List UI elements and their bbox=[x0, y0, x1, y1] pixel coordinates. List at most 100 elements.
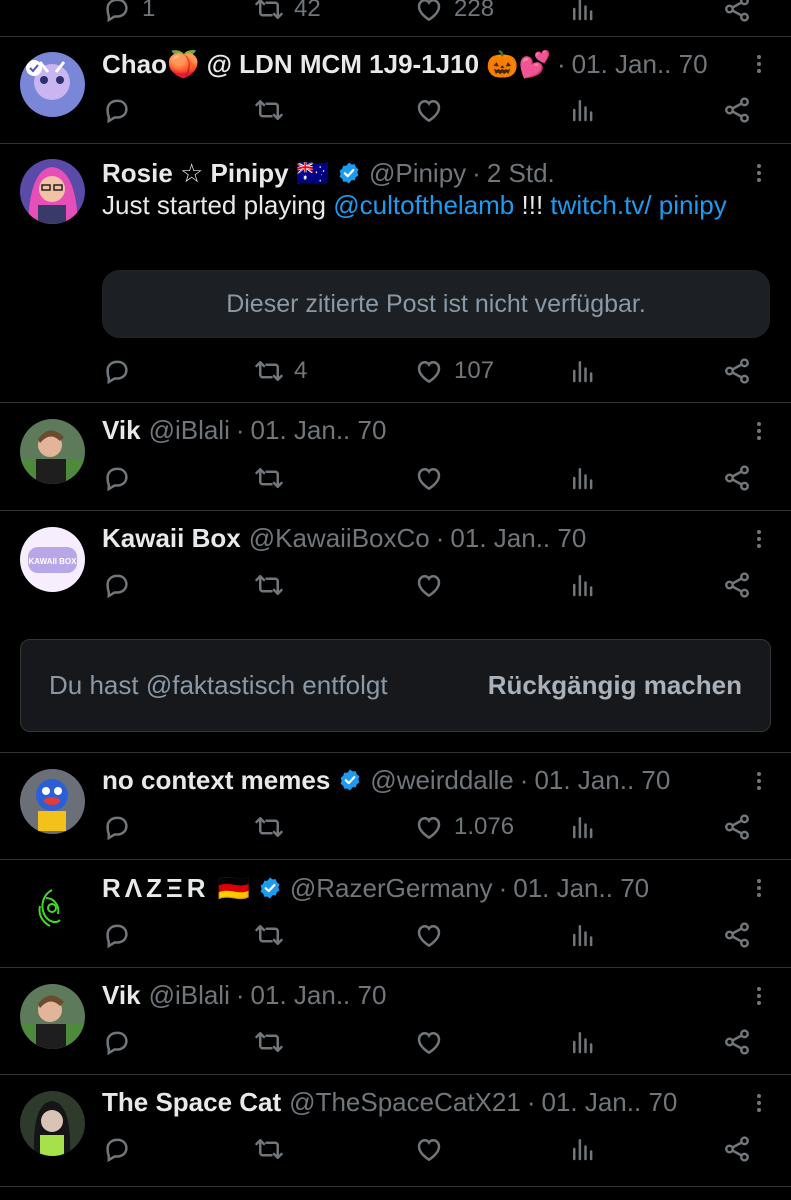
like-button[interactable]: 107 bbox=[414, 356, 494, 386]
author-name[interactable]: no context memes bbox=[102, 765, 330, 796]
views-button[interactable] bbox=[568, 570, 598, 600]
like-button[interactable] bbox=[414, 1134, 444, 1164]
author-name[interactable]: Vik bbox=[102, 415, 141, 446]
retweet-button[interactable] bbox=[254, 812, 284, 842]
like-button[interactable] bbox=[414, 920, 444, 950]
url-link[interactable]: twitch.tv/ pinipy bbox=[550, 190, 726, 220]
views-button[interactable] bbox=[568, 920, 598, 950]
avatar[interactable] bbox=[20, 159, 85, 224]
verified-badge-icon[interactable] bbox=[338, 768, 362, 792]
author-handle[interactable]: @Pinipy bbox=[369, 158, 466, 189]
views-button[interactable] bbox=[568, 1134, 598, 1164]
avatar[interactable] bbox=[20, 769, 85, 834]
avatar[interactable] bbox=[20, 52, 85, 117]
views-button[interactable] bbox=[568, 463, 598, 493]
post-time[interactable]: 01. Jan.. 70 bbox=[513, 873, 649, 904]
post-time[interactable]: 01. Jan.. 70 bbox=[534, 765, 670, 796]
more-icon[interactable] bbox=[753, 876, 765, 902]
post[interactable]: RΛZΞR 🇩🇪 @RazerGermany · 01. Jan.. 70 bbox=[0, 860, 791, 968]
post-time[interactable]: 01. Jan.. 70 bbox=[251, 980, 387, 1011]
author-handle[interactable]: @weirddalle bbox=[370, 765, 513, 796]
views-button[interactable] bbox=[568, 812, 598, 842]
verified-badge-icon[interactable] bbox=[337, 161, 361, 185]
author-name[interactable]: Chao🍑 @ LDN MCM 1J9-1J10 🎃💕 bbox=[102, 49, 551, 80]
share-button[interactable] bbox=[722, 0, 752, 24]
post[interactable]: Chao🍑 @ LDN MCM 1J9-1J10 🎃💕 · 01. Jan.. … bbox=[0, 37, 791, 144]
views-button[interactable] bbox=[568, 95, 598, 125]
author-name[interactable]: Vik bbox=[102, 980, 141, 1011]
share-button[interactable] bbox=[722, 812, 752, 842]
more-icon[interactable] bbox=[753, 52, 765, 78]
verified-badge-icon[interactable] bbox=[258, 876, 282, 900]
avatar[interactable] bbox=[20, 984, 85, 1049]
reply-button[interactable] bbox=[102, 1134, 132, 1164]
author-handle[interactable]: @iBlali bbox=[149, 415, 230, 446]
reply-button[interactable] bbox=[102, 95, 132, 125]
post-time[interactable]: 2 Std. bbox=[487, 158, 555, 189]
like-button[interactable]: 228 bbox=[414, 0, 494, 24]
mention-link[interactable]: @cultofthelamb bbox=[333, 190, 514, 220]
views-button[interactable] bbox=[568, 1027, 598, 1057]
retweet-button[interactable]: 4 bbox=[254, 356, 307, 386]
author-handle[interactable]: @iBlali bbox=[149, 980, 230, 1011]
share-button[interactable] bbox=[722, 1027, 752, 1057]
post-time[interactable]: 01. Jan.. 70 bbox=[541, 1087, 677, 1118]
reply-button[interactable] bbox=[102, 1027, 132, 1057]
retweet-button[interactable] bbox=[254, 570, 284, 600]
like-button[interactable] bbox=[414, 1027, 444, 1057]
more-icon[interactable] bbox=[753, 161, 765, 187]
author-name[interactable]: Kawaii Box bbox=[102, 523, 241, 554]
reply-button[interactable] bbox=[102, 570, 132, 600]
like-button[interactable] bbox=[414, 463, 444, 493]
unavailable-quote-card[interactable]: Dieser zitierte Post ist nicht verfügbar… bbox=[102, 270, 770, 338]
share-button[interactable] bbox=[722, 920, 752, 950]
share-button[interactable] bbox=[722, 356, 752, 386]
author-handle[interactable]: @TheSpaceCatX21 bbox=[289, 1087, 521, 1118]
share-button[interactable] bbox=[722, 95, 752, 125]
post-time[interactable]: 01. Jan.. 70 bbox=[450, 523, 586, 554]
share-button[interactable] bbox=[722, 570, 752, 600]
avatar[interactable] bbox=[20, 1091, 85, 1156]
reply-button[interactable] bbox=[102, 356, 132, 386]
avatar[interactable] bbox=[20, 876, 85, 941]
post-time[interactable]: 01. Jan.. 70 bbox=[572, 49, 708, 80]
avatar[interactable]: KAWAII BOX bbox=[20, 527, 85, 592]
retweet-button[interactable] bbox=[254, 463, 284, 493]
post[interactable]: Vik @iBlali · 01. Jan.. 70 bbox=[0, 968, 791, 1075]
reply-button[interactable] bbox=[102, 812, 132, 842]
more-icon[interactable] bbox=[753, 419, 765, 445]
avatar[interactable] bbox=[20, 419, 85, 484]
author-name[interactable]: RΛZΞR bbox=[102, 873, 210, 904]
reply-button[interactable]: 1 bbox=[102, 0, 155, 24]
retweet-button[interactable] bbox=[254, 920, 284, 950]
like-button[interactable] bbox=[414, 570, 444, 600]
retweet-button[interactable] bbox=[254, 1134, 284, 1164]
share-button[interactable] bbox=[722, 1134, 752, 1164]
post[interactable]: no context memes @weirddalle · 01. Jan..… bbox=[0, 753, 791, 860]
more-icon[interactable] bbox=[753, 527, 765, 553]
views-button[interactable] bbox=[568, 356, 598, 386]
reply-button[interactable] bbox=[102, 463, 132, 493]
like-button[interactable]: 1.076 bbox=[414, 812, 514, 842]
post-time[interactable]: 01. Jan.. 70 bbox=[251, 415, 387, 446]
author-name[interactable]: Rosie ☆ Pinipy bbox=[102, 158, 289, 189]
more-icon[interactable] bbox=[753, 769, 765, 795]
more-icon[interactable] bbox=[753, 1091, 765, 1117]
author-handle[interactable]: @RazerGermany bbox=[290, 873, 493, 904]
post[interactable]: The Space Cat @TheSpaceCatX21 · 01. Jan.… bbox=[0, 1075, 791, 1187]
post-actions bbox=[102, 463, 762, 493]
post[interactable]: Vik @iBlali · 01. Jan.. 70 bbox=[0, 403, 791, 511]
undo-button[interactable]: Rückgängig machen bbox=[488, 670, 742, 701]
like-button[interactable] bbox=[414, 95, 444, 125]
share-button[interactable] bbox=[722, 463, 752, 493]
retweet-button[interactable] bbox=[254, 95, 284, 125]
post[interactable]: Rosie ☆ Pinipy 🇦🇺 @Pinipy · 2 Std. Just … bbox=[0, 144, 791, 403]
author-handle[interactable]: @KawaiiBoxCo bbox=[249, 523, 430, 554]
retweet-button[interactable] bbox=[254, 1027, 284, 1057]
more-icon[interactable] bbox=[753, 984, 765, 1010]
retweet-button[interactable]: 42 bbox=[254, 0, 321, 24]
views-button[interactable] bbox=[568, 0, 598, 24]
reply-button[interactable] bbox=[102, 920, 132, 950]
post[interactable]: KAWAII BOX Kawaii Box @KawaiiBoxCo · 01.… bbox=[0, 511, 791, 618]
author-name[interactable]: The Space Cat bbox=[102, 1087, 281, 1118]
